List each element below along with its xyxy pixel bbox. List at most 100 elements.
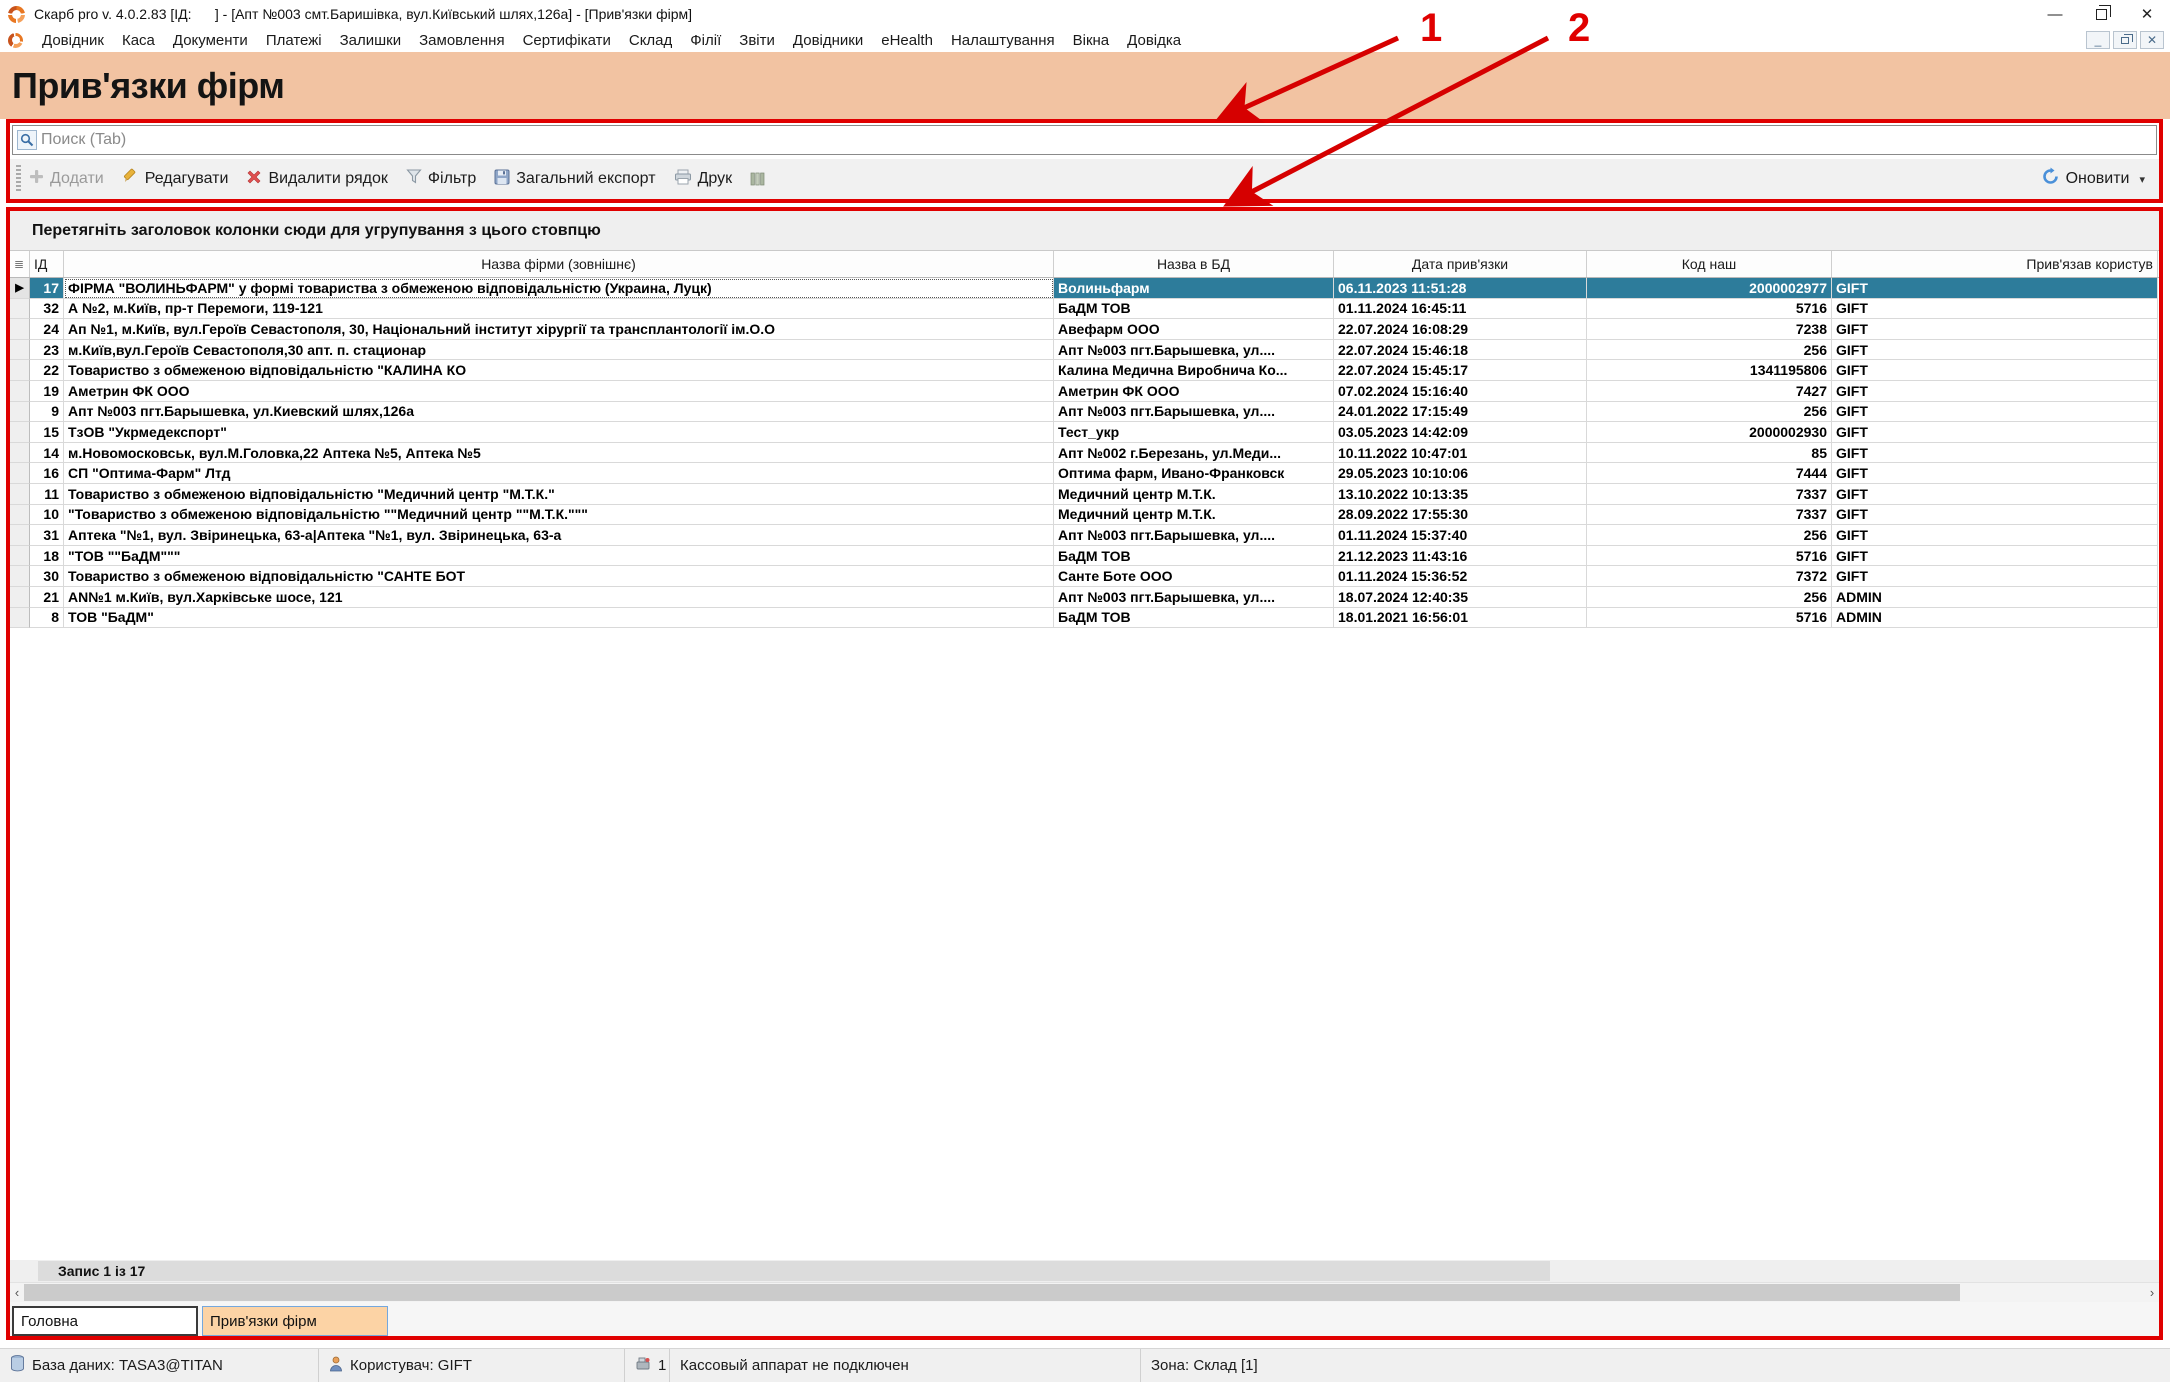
cell-db-name[interactable]: Тест_укр bbox=[1054, 422, 1334, 443]
cell-bind-date[interactable]: 18.01.2021 16:56:01 bbox=[1334, 608, 1587, 629]
tab-main[interactable]: Головна bbox=[12, 1306, 198, 1336]
cell-firm-name[interactable]: Товариство з обмеженою відповідальністю … bbox=[64, 566, 1054, 587]
cell-bound-by[interactable]: GIFT bbox=[1832, 525, 2158, 546]
cell-firm-name[interactable]: м.Новомосковськ, вул.М.Головка,22 Аптека… bbox=[64, 443, 1054, 464]
cell-bound-by[interactable]: GIFT bbox=[1832, 463, 2158, 484]
menu-item-2[interactable]: Документи bbox=[164, 30, 257, 51]
cell-id[interactable]: 19 bbox=[30, 381, 64, 402]
row-indicator[interactable] bbox=[10, 422, 30, 443]
menu-item-8[interactable]: Філії bbox=[681, 30, 730, 51]
refresh-button[interactable]: Оновити ▾ bbox=[2041, 167, 2145, 191]
cell-bound-by[interactable]: GIFT bbox=[1832, 381, 2158, 402]
cell-bind-date[interactable]: 22.07.2024 15:46:18 bbox=[1334, 340, 1587, 361]
cell-firm-name[interactable]: "Товариство з обмеженою відповідальністю… bbox=[64, 505, 1054, 526]
row-indicator[interactable] bbox=[10, 463, 30, 484]
row-indicator[interactable] bbox=[10, 402, 30, 423]
cell-id[interactable]: 31 bbox=[30, 525, 64, 546]
row-indicator[interactable] bbox=[10, 443, 30, 464]
row-indicator[interactable] bbox=[10, 381, 30, 402]
cell-db-name[interactable]: Оптима фарм, Ивано-Франковск bbox=[1054, 463, 1334, 484]
menu-item-13[interactable]: Вікна bbox=[1064, 30, 1119, 51]
cell-firm-name[interactable]: Апт №003 пгт.Барышевка, ул.Киевский шлях… bbox=[64, 402, 1054, 423]
table-row[interactable]: 22Товариство з обмеженою відповідальніст… bbox=[10, 360, 2159, 381]
menu-item-7[interactable]: Склад bbox=[620, 30, 681, 51]
menu-item-0[interactable]: Довідник bbox=[33, 30, 113, 51]
cell-firm-name[interactable]: СП "Оптима-Фарм" Лтд bbox=[64, 463, 1054, 484]
table-row[interactable]: ▶17ФІРМА "ВОЛИНЬФАРМ" у формі товариства… bbox=[10, 278, 2159, 299]
cell-id[interactable]: 15 bbox=[30, 422, 64, 443]
cell-bind-date[interactable]: 07.02.2024 15:16:40 bbox=[1334, 381, 1587, 402]
cell-id[interactable]: 21 bbox=[30, 587, 64, 608]
cell-db-name[interactable]: Апт №003 пгт.Барышевка, ул.... bbox=[1054, 340, 1334, 361]
column-header-our-code[interactable]: Код наш bbox=[1587, 251, 1832, 277]
cell-bind-date[interactable]: 13.10.2022 10:13:35 bbox=[1334, 484, 1587, 505]
cell-our-code[interactable]: 7337 bbox=[1587, 484, 1832, 505]
row-indicator[interactable] bbox=[10, 505, 30, 526]
cell-db-name[interactable]: БаДМ ТОВ bbox=[1054, 546, 1334, 567]
cell-firm-name[interactable]: Аметрин ФК ООО bbox=[64, 381, 1054, 402]
row-indicator[interactable] bbox=[10, 299, 30, 320]
cell-bound-by[interactable]: ADMIN bbox=[1832, 608, 2158, 629]
cell-firm-name[interactable]: ТзОВ "Укрмедекспорт" bbox=[64, 422, 1054, 443]
cell-id[interactable]: 10 bbox=[30, 505, 64, 526]
menu-item-10[interactable]: Довідники bbox=[784, 30, 872, 51]
window-minimize-button[interactable]: — bbox=[2032, 1, 2078, 27]
menu-item-5[interactable]: Замовлення bbox=[410, 30, 513, 51]
delete-row-button[interactable]: Видалити рядок bbox=[246, 169, 387, 190]
toolbar-drag-handle-icon[interactable] bbox=[16, 165, 21, 193]
column-header-id[interactable]: ІД bbox=[30, 251, 64, 277]
cell-bind-date[interactable]: 01.11.2024 15:36:52 bbox=[1334, 566, 1587, 587]
menu-item-4[interactable]: Залишки bbox=[331, 30, 411, 51]
cell-db-name[interactable]: Аметрин ФК ООО bbox=[1054, 381, 1334, 402]
cell-bound-by[interactable]: GIFT bbox=[1832, 340, 2158, 361]
export-button[interactable]: Загальний експорт bbox=[494, 169, 655, 190]
refresh-dropdown-caret[interactable]: ▾ bbox=[2139, 173, 2145, 186]
column-header-bound-by[interactable]: Прив'язав користув bbox=[1832, 251, 2158, 277]
cell-db-name[interactable]: Медичний центр М.Т.К. bbox=[1054, 505, 1334, 526]
cell-firm-name[interactable]: "ТОВ ""БаДМ""" bbox=[64, 546, 1054, 567]
window-close-button[interactable]: ✕ bbox=[2124, 1, 2170, 27]
columns-icon[interactable] bbox=[750, 171, 765, 187]
cell-our-code[interactable]: 256 bbox=[1587, 587, 1832, 608]
row-indicator[interactable] bbox=[10, 608, 30, 629]
horizontal-scrollbar[interactable]: ‹ › bbox=[10, 1282, 2159, 1302]
cell-db-name[interactable]: Апт №003 пгт.Барышевка, ул.... bbox=[1054, 587, 1334, 608]
cell-id[interactable]: 17 bbox=[30, 278, 64, 299]
menu-item-9[interactable]: Звіти bbox=[730, 30, 784, 51]
row-indicator[interactable] bbox=[10, 566, 30, 587]
cell-bind-date[interactable]: 03.05.2023 14:42:09 bbox=[1334, 422, 1587, 443]
menu-item-14[interactable]: Довідка bbox=[1118, 30, 1190, 51]
cell-our-code[interactable]: 7427 bbox=[1587, 381, 1832, 402]
cell-our-code[interactable]: 5716 bbox=[1587, 299, 1832, 320]
cell-bind-date[interactable]: 01.11.2024 15:37:40 bbox=[1334, 525, 1587, 546]
cell-db-name[interactable]: Калина Медична Виробнича Ко... bbox=[1054, 360, 1334, 381]
cell-bound-by[interactable]: GIFT bbox=[1832, 484, 2158, 505]
cell-bind-date[interactable]: 22.07.2024 16:08:29 bbox=[1334, 319, 1587, 340]
cell-bound-by[interactable]: ADMIN bbox=[1832, 587, 2158, 608]
table-row[interactable]: 21АN№1 м.Київ, вул.Харківське шосе, 121А… bbox=[10, 587, 2159, 608]
cell-id[interactable]: 23 bbox=[30, 340, 64, 361]
cell-bound-by[interactable]: GIFT bbox=[1832, 566, 2158, 587]
cell-our-code[interactable]: 85 bbox=[1587, 443, 1832, 464]
cell-db-name[interactable]: Медичний центр М.Т.К. bbox=[1054, 484, 1334, 505]
table-row[interactable]: 31Аптека "№1, вул. Звіринецька, 63-а|Апт… bbox=[10, 525, 2159, 546]
mdi-close-button[interactable]: ✕ bbox=[2140, 31, 2164, 49]
cell-bind-date[interactable]: 01.11.2024 16:45:11 bbox=[1334, 299, 1587, 320]
cell-id[interactable]: 14 bbox=[30, 443, 64, 464]
window-restore-button[interactable] bbox=[2078, 1, 2124, 27]
cell-bound-by[interactable]: GIFT bbox=[1832, 443, 2158, 464]
row-indicator[interactable] bbox=[10, 525, 30, 546]
cell-our-code[interactable]: 7444 bbox=[1587, 463, 1832, 484]
table-row[interactable]: 32А №2, м.Київ, пр-т Перемоги, 119-121Ба… bbox=[10, 299, 2159, 320]
table-row[interactable]: 15ТзОВ "Укрмедекспорт"Тест_укр03.05.2023… bbox=[10, 422, 2159, 443]
cell-our-code[interactable]: 5716 bbox=[1587, 608, 1832, 629]
row-indicator[interactable] bbox=[10, 360, 30, 381]
cell-firm-name[interactable]: Товариство з обмеженою відповідальністю … bbox=[64, 360, 1054, 381]
menu-item-3[interactable]: Платежі bbox=[257, 30, 331, 51]
cell-db-name[interactable]: Апт №002 г.Березань, ул.Меди... bbox=[1054, 443, 1334, 464]
cell-db-name[interactable]: Апт №003 пгт.Барышевка, ул.... bbox=[1054, 402, 1334, 423]
column-header-firm-name[interactable]: Назва фірми (зовнішнє) bbox=[64, 251, 1054, 277]
table-row[interactable]: 8ТОВ "БаДМ"БаДМ ТОВ18.01.2021 16:56:0157… bbox=[10, 608, 2159, 629]
cell-our-code[interactable]: 5716 bbox=[1587, 546, 1832, 567]
cell-db-name[interactable]: БаДМ ТОВ bbox=[1054, 608, 1334, 629]
